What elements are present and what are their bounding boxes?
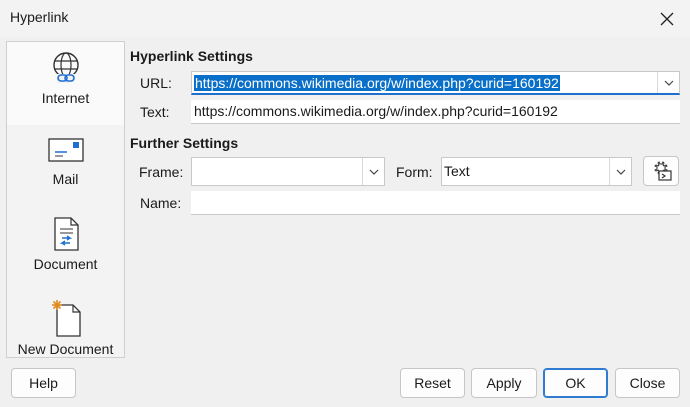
text-input[interactable]: https://commons.wikimedia.org/w/index.ph…	[191, 100, 680, 124]
close-button-label: Close	[629, 375, 666, 391]
further-settings-heading: Further Settings	[130, 135, 239, 151]
form-value: Text	[444, 163, 470, 179]
envelope-icon	[47, 138, 84, 162]
name-label: Name:	[140, 195, 182, 211]
apply-button-label: Apply	[486, 375, 522, 391]
sidebar-item-internet[interactable]: Internet	[7, 42, 124, 125]
form-select[interactable]: Text	[441, 157, 632, 186]
close-button[interactable]: Close	[615, 368, 680, 398]
close-icon	[660, 12, 674, 25]
frame-combobox[interactable]	[191, 157, 385, 186]
text-label: Text:	[140, 104, 170, 120]
help-button[interactable]: Help	[11, 368, 76, 398]
url-input-text[interactable]: https://commons.wikimedia.org/w/index.ph…	[194, 75, 560, 91]
name-input[interactable]	[191, 191, 680, 215]
sidebar-item-document[interactable]: Document	[7, 208, 124, 291]
reset-button-label: Reset	[414, 375, 451, 391]
document-icon	[53, 217, 79, 251]
ok-button-label: OK	[565, 375, 586, 391]
sidebar-item-label: New Document	[17, 341, 114, 357]
new-document-icon	[51, 300, 81, 337]
sidebar-item-label: Document	[33, 256, 98, 272]
events-icon	[654, 161, 672, 181]
close-window-button[interactable]	[644, 0, 690, 37]
hyperlink-settings-heading: Hyperlink Settings	[130, 48, 253, 64]
events-button[interactable]	[643, 156, 679, 186]
url-label: URL:	[140, 75, 172, 91]
url-combobox[interactable]: https://commons.wikimedia.org/w/index.ph…	[191, 71, 680, 95]
chevron-down-icon	[616, 169, 625, 175]
ok-button[interactable]: OK	[543, 368, 608, 398]
form-dropdown-button[interactable]	[609, 158, 631, 185]
sidebar-item-new-document[interactable]: New Document	[7, 291, 124, 374]
title-bar: Hyperlink	[0, 0, 690, 37]
category-sidebar: Internet Mail Document New Document	[6, 41, 125, 358]
url-dropdown-button[interactable]	[657, 72, 679, 93]
globe-link-icon	[52, 52, 79, 83]
chevron-down-icon	[664, 80, 673, 86]
apply-button[interactable]: Apply	[471, 368, 537, 398]
reset-button[interactable]: Reset	[400, 368, 465, 398]
sidebar-item-label: Mail	[52, 171, 79, 187]
frame-label: Frame:	[139, 164, 184, 180]
window-title: Hyperlink	[10, 9, 69, 25]
frame-dropdown-button[interactable]	[362, 158, 384, 185]
help-button-label: Help	[29, 375, 58, 391]
chevron-down-icon	[369, 169, 378, 175]
sidebar-item-mail[interactable]: Mail	[7, 125, 124, 208]
sidebar-item-label: Internet	[41, 90, 90, 106]
form-label: Form:	[396, 164, 433, 180]
